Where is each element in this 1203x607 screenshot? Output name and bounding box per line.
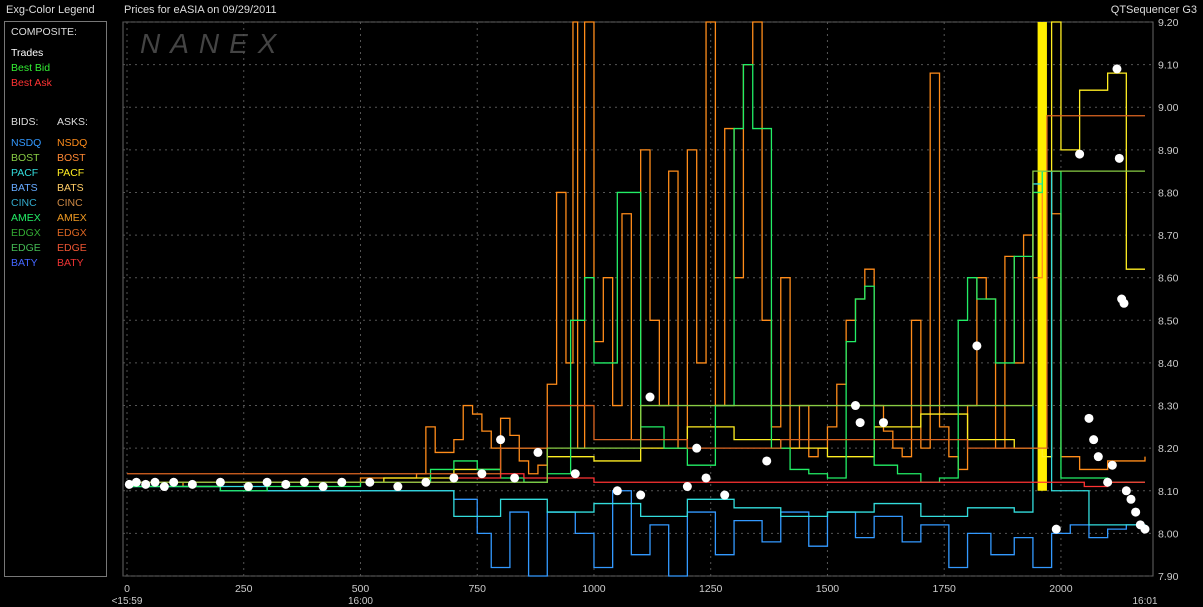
trade-dot	[477, 469, 487, 479]
trade-dot	[1103, 477, 1113, 487]
trade-dot	[720, 490, 730, 500]
trade-dot	[150, 477, 160, 487]
trade-dot	[318, 482, 328, 492]
trade-dot	[612, 486, 622, 496]
y-tick-label: 8.60	[1158, 273, 1179, 285]
trade-dot	[1093, 452, 1103, 462]
trade-dot	[1112, 64, 1122, 74]
x-tick-label: 1500	[816, 583, 840, 595]
trade-dot	[393, 482, 403, 492]
trade-dot	[243, 482, 253, 492]
trade-dot	[682, 482, 692, 492]
trade-dot	[878, 418, 888, 428]
trade-dot	[299, 477, 309, 487]
trade-dot	[281, 479, 291, 489]
y-tick-label: 8.10	[1158, 486, 1179, 498]
trade-dot	[169, 477, 179, 487]
trade-dot	[850, 401, 860, 411]
y-tick-label: 8.20	[1158, 443, 1179, 455]
trade-dot	[1131, 507, 1141, 517]
x-tick-label: 1000	[582, 583, 606, 595]
y-tick-label: 9.20	[1158, 17, 1179, 29]
watermark: NANEX	[140, 28, 286, 59]
x-tick-label: 250	[235, 583, 253, 595]
trade-dot	[421, 477, 431, 487]
trade-dot	[701, 473, 711, 483]
trade-dot	[645, 392, 655, 402]
trade-dot	[510, 473, 520, 483]
trade-dot	[636, 490, 646, 500]
trade-dot	[159, 482, 169, 492]
trade-dot	[1089, 435, 1099, 445]
trade-dot	[570, 469, 580, 479]
trade-dot	[1107, 460, 1117, 470]
trade-dot	[215, 477, 225, 487]
y-tick-label: 8.80	[1158, 187, 1179, 199]
y-tick-label: 8.30	[1158, 401, 1179, 413]
time-label: 16:01	[1132, 596, 1157, 607]
x-tick-label: 0	[124, 583, 130, 595]
y-tick-label: 9.00	[1158, 102, 1179, 114]
x-tick-label: 1250	[699, 583, 723, 595]
trade-dot	[187, 479, 197, 489]
trade-dot	[692, 443, 702, 453]
trade-dot	[1126, 494, 1136, 504]
y-tick-label: 7.90	[1158, 571, 1179, 583]
y-tick-label: 8.00	[1158, 528, 1179, 540]
trade-dot	[1075, 149, 1085, 159]
trade-dot	[141, 479, 151, 489]
x-tick-label: 2000	[1049, 583, 1073, 595]
trade-dot	[533, 447, 543, 457]
trade-dot	[365, 477, 375, 487]
x-tick-label: 1750	[933, 583, 957, 595]
trade-dot	[496, 435, 506, 445]
x-tick-label: 750	[468, 583, 486, 595]
y-tick-label: 9.10	[1158, 60, 1179, 72]
price-chart: NANEX 7.90 8.00 8.10 8.20 8.30 8.40 8.50 8.60 8.…	[112, 17, 1179, 607]
trade-dot	[1114, 153, 1124, 163]
trade-dot	[1084, 413, 1094, 423]
trade-dot	[337, 477, 347, 487]
trade-dot	[855, 418, 865, 428]
trade-dot	[131, 477, 141, 487]
x-tick-label: 500	[352, 583, 370, 595]
y-tick-label: 8.90	[1158, 145, 1179, 157]
trade-dot	[972, 341, 982, 351]
trade-dot	[449, 473, 459, 483]
trade-dot	[762, 456, 772, 466]
trade-dot	[262, 477, 272, 487]
time-label: <15:59	[112, 596, 143, 607]
y-tick-label: 8.40	[1158, 358, 1179, 370]
trade-dot	[1119, 298, 1129, 308]
trade-dot	[1051, 524, 1061, 534]
trade-dot	[1121, 486, 1131, 496]
y-tick-label: 8.50	[1158, 315, 1179, 327]
time-label: 16:00	[348, 596, 373, 607]
trade-dot	[1140, 524, 1150, 534]
y-tick-label: 8.70	[1158, 230, 1179, 242]
